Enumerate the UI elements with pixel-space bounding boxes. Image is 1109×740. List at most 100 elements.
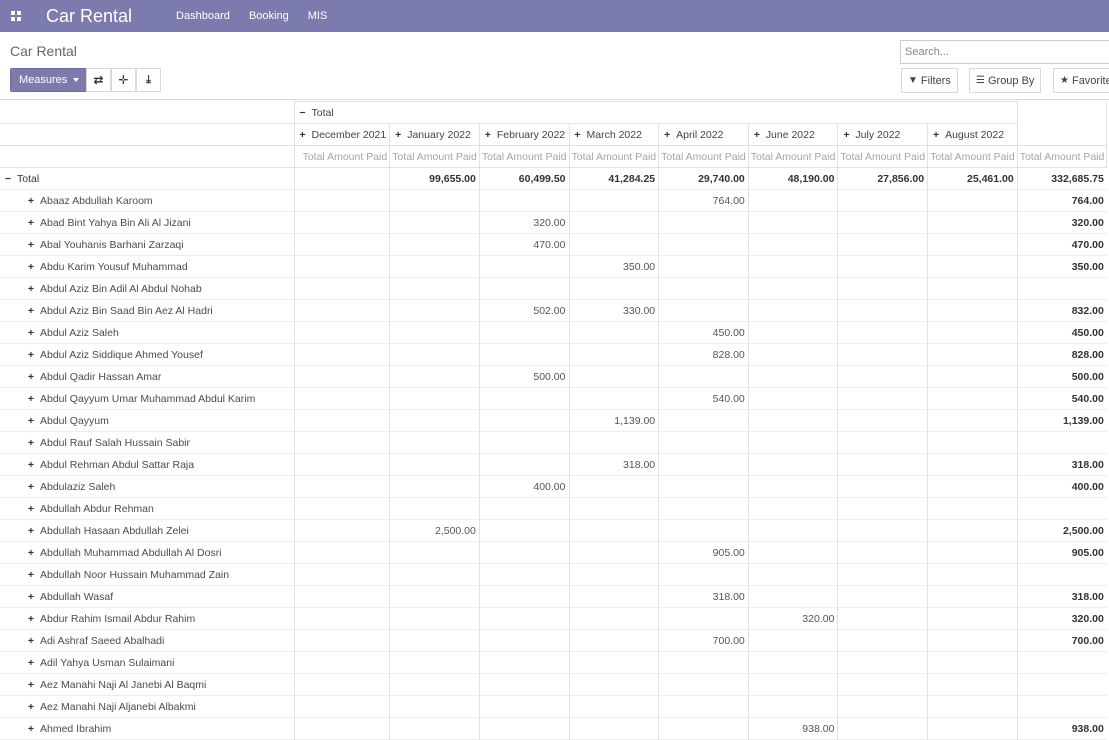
value-cell[interactable]	[478, 673, 569, 696]
value-cell[interactable]	[658, 673, 749, 696]
value-cell[interactable]: 320.00	[478, 211, 569, 234]
value-cell[interactable]	[389, 233, 480, 256]
row-header[interactable]: + Abad Bint Yahya Bin Ali Al Jizani	[0, 211, 294, 234]
value-cell[interactable]	[658, 563, 749, 586]
row-total-cell[interactable]: 350.00	[1016, 255, 1107, 278]
row-total-cell[interactable]: 832.00	[1016, 299, 1107, 322]
value-cell[interactable]	[568, 717, 659, 740]
column-header[interactable]: + December 2021	[293, 123, 391, 146]
value-cell[interactable]: 1,139.00	[568, 409, 659, 432]
value-cell[interactable]	[927, 431, 1018, 454]
value-cell[interactable]	[293, 607, 390, 630]
value-cell[interactable]	[568, 497, 659, 520]
value-cell[interactable]	[927, 343, 1018, 366]
total-row-header[interactable]: − Total	[0, 167, 294, 190]
row-header[interactable]: + Abdul Qayyum Umar Muhammad Abdul Karim	[0, 387, 294, 410]
measure-header[interactable]: Total Amount Paid	[293, 145, 391, 168]
value-cell[interactable]	[837, 629, 928, 652]
column-header[interactable]: + April 2022	[658, 123, 749, 146]
value-cell[interactable]	[568, 321, 659, 344]
value-cell[interactable]	[568, 607, 659, 630]
value-cell[interactable]	[658, 409, 749, 432]
value-cell[interactable]: 540.00	[658, 387, 749, 410]
value-cell[interactable]	[293, 189, 390, 212]
row-header[interactable]: + Aez Manahi Naji Al Janebi Al Baqmi	[0, 673, 294, 696]
value-cell[interactable]	[927, 365, 1018, 388]
row-total-cell[interactable]: 905.00	[1016, 541, 1107, 564]
filters-button[interactable]: ▼ Filters	[901, 68, 958, 93]
value-cell[interactable]	[389, 585, 480, 608]
value-cell[interactable]: 500.00	[478, 365, 569, 388]
value-cell[interactable]: 905.00	[658, 541, 749, 564]
value-cell[interactable]	[927, 651, 1018, 674]
value-cell[interactable]	[568, 233, 659, 256]
value-cell[interactable]	[478, 651, 569, 674]
value-cell[interactable]	[478, 541, 569, 564]
row-header[interactable]: + Adil Yahya Usman Sulaimani	[0, 651, 294, 674]
row-header[interactable]: + Abdullah Hasaan Abdullah Zelei	[0, 519, 294, 542]
measure-header[interactable]: Total Amount Paid	[927, 145, 1018, 168]
value-cell[interactable]	[747, 629, 838, 652]
value-cell[interactable]	[568, 189, 659, 212]
row-header[interactable]: + Abdullah Noor Hussain Muhammad Zain	[0, 563, 294, 586]
value-cell[interactable]	[293, 167, 390, 190]
value-cell[interactable]	[568, 673, 659, 696]
row-total-cell[interactable]: 320.00	[1016, 607, 1107, 630]
value-cell[interactable]	[747, 277, 838, 300]
value-cell[interactable]	[747, 563, 838, 586]
row-total-cell[interactable]	[1016, 277, 1107, 300]
value-cell[interactable]	[389, 189, 480, 212]
row-total-cell[interactable]: 332,685.75	[1016, 167, 1107, 190]
value-cell[interactable]	[293, 541, 390, 564]
value-cell[interactable]: 320.00	[747, 607, 838, 630]
group-by-button[interactable]: ☰ Group By	[969, 68, 1042, 93]
value-cell[interactable]	[389, 409, 480, 432]
value-cell[interactable]	[927, 299, 1018, 322]
measures-button[interactable]: Measures	[10, 68, 89, 92]
menu-dashboard[interactable]: Dashboard	[176, 10, 230, 22]
value-cell[interactable]	[293, 695, 390, 718]
value-cell[interactable]	[568, 431, 659, 454]
value-cell[interactable]	[568, 519, 659, 542]
value-cell[interactable]	[747, 453, 838, 476]
value-cell[interactable]: 48,190.00	[747, 167, 838, 190]
value-cell[interactable]	[927, 519, 1018, 542]
value-cell[interactable]	[658, 717, 749, 740]
row-total-cell[interactable]: 400.00	[1016, 475, 1107, 498]
row-total-cell[interactable]: 470.00	[1016, 233, 1107, 256]
value-cell[interactable]: 350.00	[568, 255, 659, 278]
value-cell[interactable]	[568, 343, 659, 366]
value-cell[interactable]	[837, 189, 928, 212]
value-cell[interactable]	[568, 211, 659, 234]
value-cell[interactable]	[389, 277, 480, 300]
value-cell[interactable]	[658, 211, 749, 234]
value-cell[interactable]	[389, 563, 480, 586]
value-cell[interactable]	[658, 277, 749, 300]
value-cell[interactable]	[568, 585, 659, 608]
value-cell[interactable]	[389, 211, 480, 234]
value-cell[interactable]	[389, 299, 480, 322]
row-total-cell[interactable]: 2,500.00	[1016, 519, 1107, 542]
value-cell[interactable]	[389, 695, 480, 718]
value-cell[interactable]	[927, 255, 1018, 278]
value-cell[interactable]	[927, 497, 1018, 520]
value-cell[interactable]	[658, 651, 749, 674]
value-cell[interactable]	[658, 607, 749, 630]
value-cell[interactable]	[837, 563, 928, 586]
value-cell[interactable]	[747, 211, 838, 234]
column-header[interactable]: + January 2022	[389, 123, 480, 146]
value-cell[interactable]	[747, 519, 838, 542]
flip-axis-button[interactable]: ⇄	[86, 68, 111, 92]
row-header[interactable]: + Abdul Qayyum	[0, 409, 294, 432]
value-cell[interactable]	[837, 475, 928, 498]
value-cell[interactable]: 330.00	[568, 299, 659, 322]
row-total-cell[interactable]	[1016, 431, 1107, 454]
value-cell[interactable]	[747, 387, 838, 410]
download-button[interactable]: ⤓	[136, 68, 161, 92]
value-cell[interactable]	[747, 299, 838, 322]
row-header[interactable]: + Abdullah Abdur Rehman	[0, 497, 294, 520]
value-cell[interactable]: 470.00	[478, 233, 569, 256]
value-cell[interactable]	[747, 541, 838, 564]
row-total-cell[interactable]	[1016, 497, 1107, 520]
value-cell[interactable]	[747, 497, 838, 520]
